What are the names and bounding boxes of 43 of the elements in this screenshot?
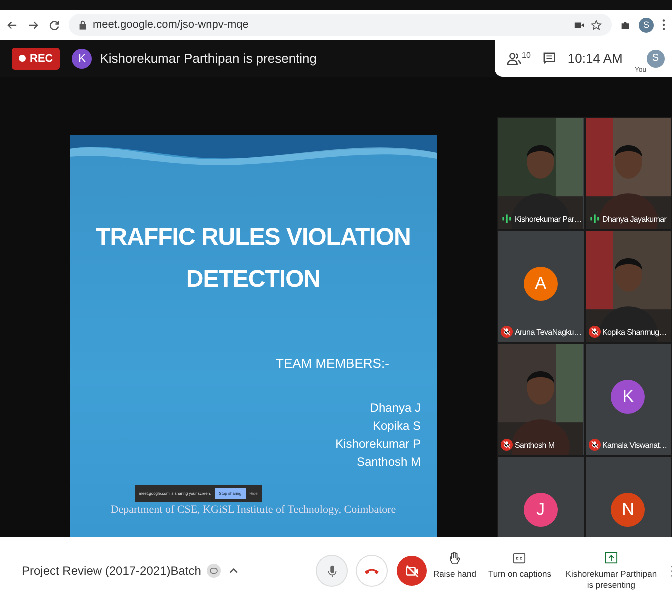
present-icon bbox=[604, 550, 618, 566]
presenter-avatar: K bbox=[72, 48, 92, 68]
participant-avatar: K bbox=[611, 380, 646, 414]
lock-icon bbox=[79, 20, 87, 30]
member-name: Santhosh M bbox=[356, 454, 421, 471]
url-text: meet.google.com/jso-wnpv-mqe bbox=[93, 19, 249, 31]
slide-title: TRAFFIC RULES VIOLATION DETECTION bbox=[96, 225, 411, 294]
recording-badge: REC bbox=[12, 48, 60, 70]
participant-name: Kamala Viswanat… bbox=[602, 440, 668, 450]
participant-name: Santhosh M bbox=[515, 440, 555, 450]
camera-off-icon bbox=[404, 564, 420, 578]
address-bar[interactable]: meet.google.com/jso-wnpv-mqe bbox=[69, 14, 612, 36]
slide-footer: Department of CSE, KGiSL Institute of Technology, Coimbatore bbox=[110, 504, 396, 516]
chat-icon[interactable] bbox=[542, 52, 556, 65]
reload-icon[interactable] bbox=[48, 18, 61, 32]
clock-time: 10:14 AM bbox=[568, 51, 623, 66]
meeting-name: Project Review (2017-2021)Batch bbox=[22, 564, 202, 578]
more-icon[interactable] bbox=[662, 19, 666, 31]
member-name: Kopika S bbox=[372, 418, 421, 435]
participant-avatar: N bbox=[611, 492, 646, 526]
hang-up-button[interactable] bbox=[357, 556, 388, 586]
camera-button[interactable] bbox=[397, 556, 428, 586]
participant-name: Kishorekumar Par… bbox=[515, 214, 582, 224]
toolbar-action[interactable]: Turn on captions bbox=[488, 550, 552, 580]
hand-icon bbox=[448, 550, 462, 566]
profile-avatar[interactable]: S bbox=[639, 18, 654, 32]
toolbar-action[interactable]: Raise hand bbox=[433, 550, 476, 580]
participant-avatar: A bbox=[524, 266, 558, 300]
toolbar-action[interactable]: Kishorekumar Parthipan is presenting bbox=[563, 550, 660, 592]
participant-name: Aruna TevaNagku… bbox=[515, 328, 582, 336]
people-button[interactable]: 10 bbox=[507, 52, 531, 66]
participant-name: Dhanya Jayakumar bbox=[602, 214, 667, 224]
participant-name: Kopika Shanmug… bbox=[602, 328, 667, 336]
participant-avatar: J bbox=[524, 492, 558, 526]
captions-icon bbox=[513, 550, 526, 566]
presenting-status: Kishorekumar Parthipan is presenting bbox=[100, 51, 318, 66]
microphone-button[interactable] bbox=[317, 556, 348, 586]
star-icon[interactable] bbox=[591, 20, 602, 30]
chat-bubble-icon[interactable] bbox=[207, 564, 222, 578]
member-name: Kishorekumar P bbox=[336, 436, 421, 453]
team-heading: TEAM MEMBERS:- bbox=[276, 356, 390, 371]
member-name: Dhanya J bbox=[370, 400, 421, 417]
phone-icon bbox=[365, 568, 380, 574]
